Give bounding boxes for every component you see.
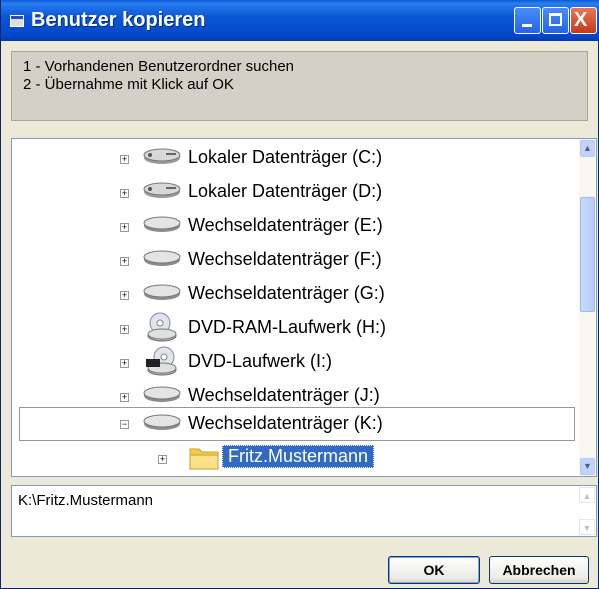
scroll-thumb[interactable] (580, 197, 595, 312)
scroll-down-icon: ▼ (579, 519, 595, 535)
path-value: K:\Fritz.Mustermann (18, 492, 154, 509)
expand-icon[interactable]: + (158, 455, 167, 464)
expand-icon[interactable]: + (120, 325, 129, 334)
removable-drive-icon (143, 386, 181, 402)
scroll-up-button[interactable]: ▲ (580, 140, 595, 157)
tree-item-fritz[interactable]: + Fritz.Mustermann (12, 441, 572, 476)
expand-icon[interactable]: + (120, 155, 129, 164)
instruction-line-1: 1 - Vorhandenen Benutzerordner suchen (23, 58, 295, 75)
tree-item-label-selected: Fritz.Mustermann (222, 445, 375, 468)
removable-drive-icon (143, 250, 181, 266)
hard-drive-icon (143, 148, 181, 164)
removable-drive-icon (143, 284, 181, 300)
expand-icon[interactable]: + (120, 257, 129, 266)
maximize-button[interactable] (542, 7, 569, 34)
dialog-window: Benutzer kopieren X 1 - Vorhandenen Benu… (0, 0, 599, 589)
expand-icon[interactable]: + (120, 223, 129, 232)
hard-drive-icon (143, 182, 181, 198)
window-title: Benutzer kopieren (31, 9, 206, 31)
collapse-icon[interactable]: − (120, 420, 129, 429)
tree-item-label: Wechseldatenträger (K:) (188, 413, 383, 433)
path-scrollbar: ▲ ▼ (579, 487, 595, 535)
close-button[interactable]: X (570, 7, 597, 34)
expand-icon[interactable]: + (120, 189, 129, 198)
window-icon (10, 15, 24, 27)
tree-item-label: Wechseldatenträger (G:) (188, 283, 385, 303)
tree-item-label: Lokaler Datenträger (D:) (188, 181, 383, 201)
removable-drive-icon (143, 216, 181, 232)
tree-scrollbar[interactable]: ▲ ▼ (579, 139, 596, 476)
tree-item-label: Wechseldatenträger (F:) (188, 249, 382, 269)
tree-item-label: Wechseldatenträger (J:) (188, 385, 380, 405)
close-icon: X (574, 9, 588, 31)
cancel-button[interactable]: Abbrechen (489, 556, 589, 584)
tree-item-g[interactable]: + Wechseldatenträger (G:) (12, 277, 572, 313)
tree-item-k[interactable]: − Wechseldatenträger (K:) (12, 407, 572, 443)
tree-item-d[interactable]: + Lokaler Datenträger (D:) (12, 175, 572, 211)
selected-path-field[interactable]: K:\Fritz.Mustermann ▲ ▼ (11, 485, 597, 537)
tree-item-c[interactable]: + Lokaler Datenträger (C:) (12, 141, 572, 177)
dvd-drive-icon (146, 346, 177, 376)
minimize-button[interactable] (514, 7, 541, 34)
scroll-down-button[interactable]: ▼ (580, 458, 595, 475)
tree-item-f[interactable]: + Wechseldatenträger (F:) (12, 243, 572, 279)
tree-item-e[interactable]: + Wechseldatenträger (E:) (12, 209, 572, 245)
tree-item-h[interactable]: + DVD-RAM-Laufwerk (H:) (12, 311, 572, 347)
dvd-ram-drive-icon (147, 312, 177, 342)
instruction-line-2: 2 - Übernahme mit Klick auf OK (23, 76, 234, 93)
scroll-up-icon: ▲ (579, 487, 595, 503)
tree-item-label: Lokaler Datenträger (C:) (188, 147, 383, 167)
tree-item-label: DVD-RAM-Laufwerk (H:) (188, 317, 387, 337)
expand-icon[interactable]: + (120, 291, 129, 300)
folder-tree[interactable]: + Lokaler Datenträger (C:) + Lokaler Dat… (11, 138, 597, 477)
tree-item-label: Wechseldatenträger (E:) (188, 215, 383, 235)
minimize-icon (522, 24, 532, 27)
removable-drive-icon (143, 414, 181, 430)
expand-icon[interactable]: + (120, 393, 129, 402)
folder-icon (189, 448, 219, 470)
expand-icon[interactable]: + (120, 359, 129, 368)
ok-button[interactable]: OK (388, 556, 480, 584)
tree-item-label: DVD-Laufwerk (I:) (188, 351, 333, 371)
instructions-panel: 1 - Vorhandenen Benutzerordner suchen 2 … (11, 51, 588, 121)
maximize-icon (549, 13, 562, 26)
title-bar[interactable]: Benutzer kopieren X (1, 0, 599, 41)
tree-item-i[interactable]: + DVD-Laufwerk (I:) (12, 345, 572, 381)
